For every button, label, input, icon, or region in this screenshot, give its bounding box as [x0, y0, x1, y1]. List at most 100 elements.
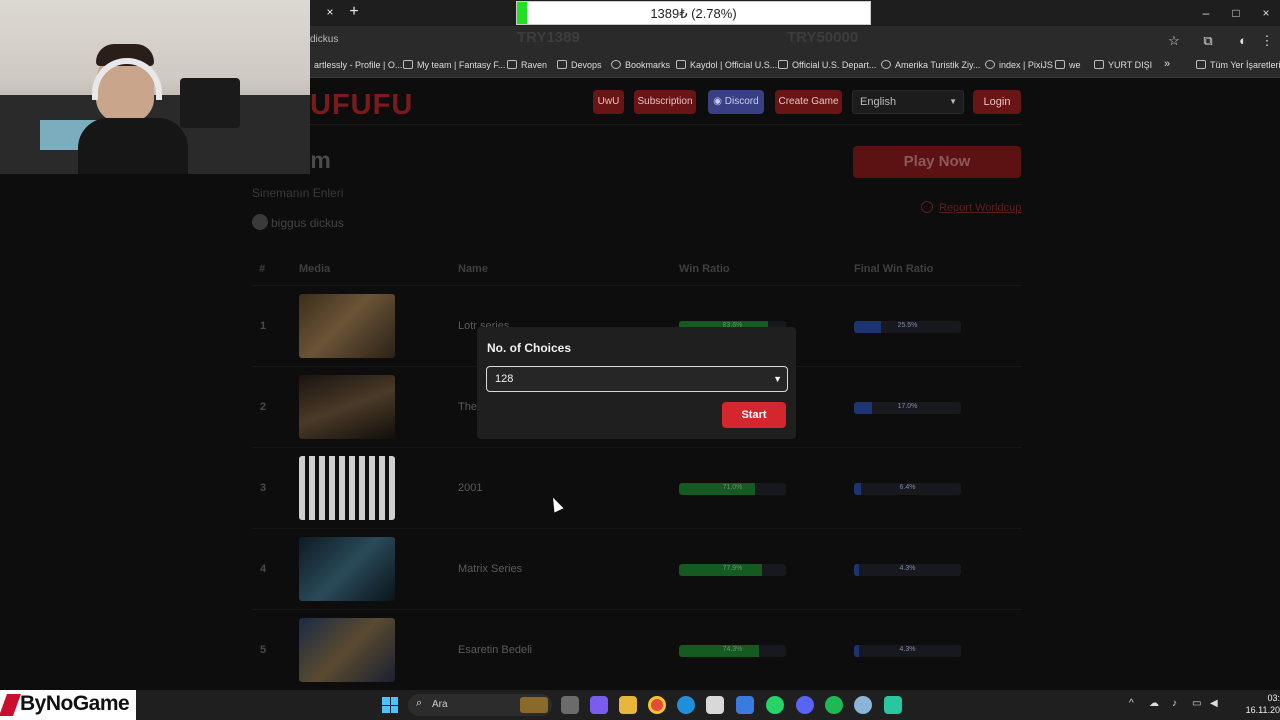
folder-icon	[507, 60, 517, 69]
table-row[interactable]: 3 2001 71.0% 6.4%	[252, 447, 1022, 528]
bookmark-item[interactable]: YURT DIŞI	[1094, 60, 1152, 70]
media-thumbnail	[299, 537, 395, 601]
cloud-icon[interactable]: ☁	[1149, 698, 1159, 709]
media-thumbnail	[299, 294, 395, 358]
flag-icon	[778, 60, 788, 69]
bookmark-item[interactable]: Tüm Yer İşaretleri	[1196, 60, 1280, 70]
header-divider	[252, 124, 1022, 125]
win-ratio-value: 77.9%	[722, 565, 743, 572]
chrome-icon[interactable]	[648, 696, 666, 714]
whatsapp-icon[interactable]	[766, 696, 784, 714]
bookmark-item[interactable]: index | PixiJS	[985, 60, 1053, 70]
column-header-media: Media	[299, 263, 331, 275]
minimize-button[interactable]: –	[1193, 4, 1219, 22]
github-icon	[611, 60, 621, 69]
folder-icon	[1196, 60, 1206, 69]
pixijs-icon	[985, 60, 995, 69]
choices-select[interactable]: 128 ▼	[486, 366, 788, 392]
login-button[interactable]: Login	[973, 90, 1021, 114]
maximize-button[interactable]: □	[1223, 4, 1249, 22]
report-link[interactable]: Report Worldcup	[921, 201, 1021, 214]
shirt-shape	[78, 118, 188, 174]
subscription-button[interactable]: Subscription	[634, 90, 696, 114]
menu-icon[interactable]: ⋮	[1258, 32, 1276, 50]
spotify-icon[interactable]	[825, 696, 843, 714]
final-win-ratio-value: 25.5%	[897, 322, 918, 329]
profile-sync-icon[interactable]: ◐	[1234, 32, 1252, 50]
table-row[interactable]: 5 Esaretin Bedeli 74.3% 4.3%	[252, 609, 1022, 690]
table-row[interactable]: 4 Matrix Series 77.9% 4.3%	[252, 528, 1022, 609]
bookmarks-overflow-button[interactable]: »	[1164, 58, 1170, 70]
choices-modal: No. of Choices 128 ▼ Start	[477, 327, 796, 439]
folder-icon	[557, 60, 567, 69]
win-ratio-value: 74.3%	[722, 646, 743, 653]
task-view-icon[interactable]	[561, 696, 579, 714]
play-now-button[interactable]: Play Now	[853, 146, 1021, 178]
final-win-ratio-bar: 17.0%	[854, 402, 961, 414]
star-icon[interactable]: ☆	[1165, 32, 1183, 50]
final-win-ratio-value: 17.0%	[897, 403, 918, 410]
folder-icon	[1055, 60, 1065, 69]
discord-app-icon[interactable]	[796, 696, 814, 714]
fantasy-icon	[403, 60, 413, 69]
extensions-icon[interactable]: ⧉	[1199, 32, 1217, 50]
row-name: The	[458, 401, 477, 413]
volume-icon[interactable]: ◀	[1210, 698, 1218, 709]
microphone-icon[interactable]: ♪	[1172, 698, 1177, 709]
taskbar-search[interactable]: ⌕ Ara	[408, 694, 552, 716]
clock-time[interactable]: 03:52	[1250, 693, 1280, 703]
edge-icon[interactable]	[677, 696, 695, 714]
bookmark-item[interactable]: Kaydol | Official U.S....	[676, 60, 780, 70]
final-win-ratio-value: 4.3%	[899, 646, 916, 653]
bookmark-item[interactable]: Devops	[557, 60, 602, 70]
bookmark-item[interactable]: Official U.S. Depart...	[778, 60, 876, 70]
search-highlight-image	[520, 697, 548, 713]
row-name: Esaretin Bedeli	[458, 644, 532, 656]
start-menu-icon[interactable]	[382, 697, 398, 713]
discord-icon: ◉	[713, 96, 725, 107]
language-select[interactable]: English ▼	[852, 90, 964, 114]
alert-icon	[921, 201, 933, 213]
discord-button[interactable]: ◉ Discord	[708, 90, 764, 114]
column-header-win-ratio: Win Ratio	[679, 263, 730, 275]
row-rank: 5	[260, 644, 267, 656]
app-icon[interactable]	[884, 696, 902, 714]
bookmark-item[interactable]: My team | Fantasy F...	[403, 60, 505, 70]
chevron-down-icon: ▼	[949, 97, 957, 106]
bookmark-item[interactable]: Raven	[507, 60, 547, 70]
media-thumbnail	[299, 375, 395, 439]
url-field[interactable]: dickus	[310, 34, 338, 45]
win-ratio-bar: 77.9%	[679, 564, 786, 576]
copilot-icon[interactable]	[590, 696, 608, 714]
clock-date[interactable]: 16.11.2025	[1230, 705, 1280, 715]
bynogame-logo-text: ByNoGame	[20, 692, 130, 715]
bynogame-logo-mark	[0, 694, 22, 716]
uwu-button[interactable]: UwU	[593, 90, 624, 114]
row-rank: 1	[260, 320, 267, 332]
close-window-button[interactable]: ×	[1253, 4, 1279, 22]
network-icon[interactable]: ▭	[1192, 698, 1201, 709]
search-icon: ⌕	[416, 697, 423, 709]
create-game-button[interactable]: Create Game	[775, 90, 842, 114]
win-ratio-value: 71.0%	[722, 484, 743, 491]
site-logo[interactable]: UFUFU	[310, 89, 413, 122]
bookmark-item[interactable]: Amerika Turistik Ziy...	[881, 60, 980, 70]
row-name: 2001	[458, 482, 483, 494]
close-tab-icon[interactable]: ×	[322, 4, 338, 20]
final-win-ratio-bar: 25.5%	[854, 321, 961, 333]
new-tab-button[interactable]: +	[346, 3, 362, 21]
tray-overflow-icon[interactable]: ^	[1129, 698, 1134, 709]
mail-icon[interactable]	[736, 696, 754, 714]
chevron-down-icon: ▼	[773, 374, 782, 384]
row-rank: 2	[260, 401, 267, 413]
bookmark-item[interactable]: artlessly - Profile | O...	[314, 60, 402, 70]
start-button[interactable]: Start	[722, 402, 786, 428]
bookmark-item[interactable]: Bookmarks	[611, 60, 670, 70]
store-icon[interactable]	[706, 696, 724, 714]
settings-gear-icon[interactable]	[854, 696, 872, 714]
page-subtitle: Sinemanın Enleri	[252, 186, 344, 200]
author-link[interactable]: biggus dickus	[252, 214, 344, 230]
column-header-rank: #	[259, 263, 266, 275]
bookmark-item[interactable]: we	[1055, 60, 1081, 70]
file-explorer-icon[interactable]	[619, 696, 637, 714]
